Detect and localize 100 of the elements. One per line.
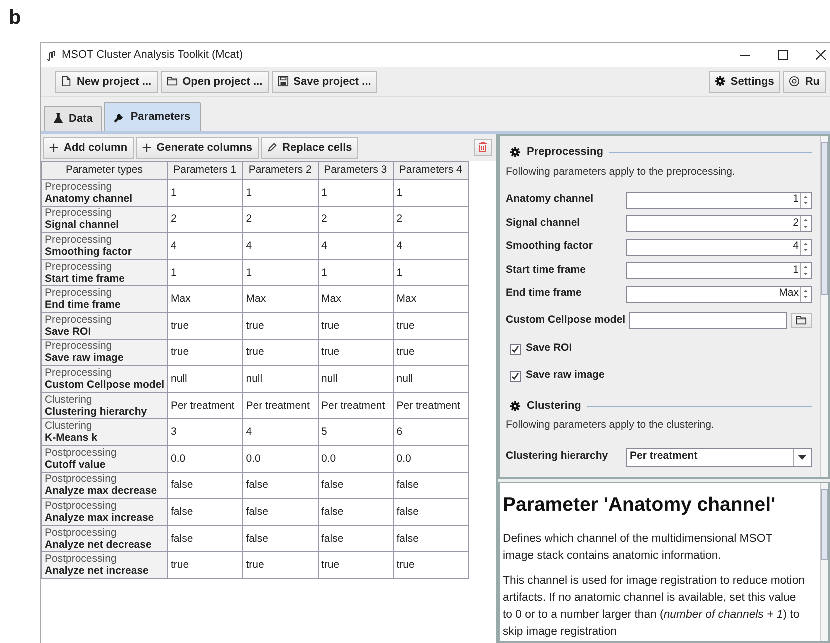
field-label: End time frame [506, 286, 583, 302]
field-label: Anatomy channel [506, 192, 595, 208]
caret-icon [798, 454, 806, 460]
spinner-field[interactable]: 1 [626, 192, 812, 208]
section-description: Following parameters apply to the preprocessing. [506, 164, 736, 180]
table-cell: false [168, 525, 243, 552]
dropdown[interactable]: Per treatment [626, 448, 812, 466]
maximize-icon[interactable] [778, 50, 788, 60]
table-cell: true [393, 339, 468, 366]
spinner-field[interactable]: Max [626, 286, 812, 302]
browse-button[interactable] [791, 313, 812, 328]
table-cell: false [393, 525, 468, 552]
table-cell: 4 [393, 232, 468, 260]
table-cell: 1 [318, 180, 394, 206]
help-paragraph: Defines which channel of the multidimensional MSOT image stack contains anatomic information. [503, 532, 774, 564]
folder-icon [796, 315, 807, 326]
table-cell: 1 [242, 180, 318, 206]
table-cell: 0.0 [168, 445, 243, 472]
column-header[interactable]: Parameters 2 [242, 162, 318, 180]
delete-button[interactable] [474, 139, 492, 156]
plus-icon [49, 142, 59, 152]
field-label: Clustering hierarchy [506, 449, 610, 464]
table-cell: false [242, 472, 318, 499]
table-cell: 4 [242, 232, 318, 260]
spinner-field[interactable]: 2 [626, 215, 812, 232]
table-cell: Max [242, 286, 318, 312]
table-cell: Max [393, 286, 468, 312]
table-cell: true [393, 552, 468, 578]
close-icon[interactable] [816, 50, 826, 60]
table-cell: 5 [318, 418, 394, 446]
table-cell-text: Preprocessing [45, 180, 114, 193]
scrollbar[interactable] [820, 483, 828, 641]
flask-icon [53, 113, 64, 124]
app-logo-icon [47, 50, 58, 60]
column-header[interactable]: Parameters 4 [393, 162, 468, 180]
table-cell: Custom Cellpose model [45, 378, 164, 391]
column-header[interactable]: Parameter types [42, 162, 168, 180]
table-cell: true [318, 339, 394, 366]
table-cell-text: Smoothing factor [45, 246, 133, 258]
table-cell-text: Cutoff value [45, 458, 107, 471]
field-label: Signal channel [506, 216, 582, 231]
table-cell-text: Preprocessing [45, 207, 114, 220]
column-header[interactable]: Parameters 1 [168, 162, 243, 180]
table-cell: true [168, 339, 243, 366]
table-cell: false [393, 472, 468, 499]
toolbar-button[interactable]: Ru [783, 70, 826, 92]
table-cell: true [242, 552, 318, 578]
table-cell: Max [168, 286, 243, 312]
table-cell-text: Postprocessing [45, 526, 118, 539]
field-label: Custom Cellpose model [506, 312, 626, 328]
table-cell-text: Save raw image [45, 352, 125, 364]
checkbox[interactable] [510, 370, 521, 382]
table-cell: null [168, 366, 243, 392]
table-cell: 0.0 [318, 445, 394, 472]
checkbox[interactable] [510, 344, 521, 355]
table-cell: true [393, 312, 468, 340]
table-cell: true [318, 552, 394, 578]
plus-icon [142, 142, 152, 152]
table-cell: true [318, 312, 394, 340]
spinner-field[interactable]: 1 [626, 262, 812, 279]
table-cell: 4 [242, 418, 318, 446]
table-cell-text: Postprocessing [45, 473, 118, 486]
field-label: Start time frame [506, 262, 587, 278]
table-toolbar-button[interactable]: Add column [43, 136, 134, 158]
tab[interactable]: Parameters [104, 102, 201, 131]
tab[interactable]: Data [44, 106, 102, 131]
section-description: Following parameters apply to the clustering. [506, 418, 716, 434]
help-paragraph: This channel is used for image registration to reduce motion artifacts. If no anatomic channel is available, set this value to 0 or to a number larger than (number of channels + 1) to skip image registration [503, 574, 806, 640]
spinner-field[interactable]: 4 [626, 238, 812, 256]
table-cell: Per treatment [242, 392, 318, 419]
save-icon [278, 76, 289, 87]
table-cell-text: K-Means k [45, 432, 99, 444]
table-cell: 0.0 [393, 445, 468, 472]
input-field[interactable] [629, 312, 787, 330]
table-cell-text: Postprocessing [45, 446, 118, 459]
table-cell-text: Postprocessing [45, 553, 118, 566]
table-cell-text: Anatomy channel [45, 192, 134, 205]
table-toolbar-button[interactable]: Replace cells [260, 136, 358, 158]
settings-icon [714, 76, 726, 87]
column-header[interactable]: Parameters 3 [318, 162, 394, 180]
table-cell-text: Clustering hierarchy [45, 406, 148, 418]
table-cell: 3 [168, 418, 243, 446]
table-cell: null [318, 366, 394, 392]
table-cell: Max [318, 286, 394, 312]
toolbar-button[interactable]: Settings [708, 70, 780, 92]
table-cell: false [318, 498, 394, 526]
toolbar-button[interactable]: Open project ... [160, 70, 269, 92]
table-cell-text: Preprocessing [45, 234, 114, 246]
table-cell: 2 [242, 206, 318, 233]
toolbar-button[interactable]: New project ... [55, 70, 158, 92]
scrollbar[interactable] [820, 136, 828, 477]
table-cell-text: Start time frame [45, 272, 126, 285]
table-cell: false [242, 498, 318, 526]
run-icon [789, 76, 800, 87]
toolbar-button[interactable]: Save project ... [272, 70, 378, 92]
table-cell: 4 [168, 232, 243, 260]
table-cell: false [242, 525, 318, 552]
table-cell-text: Preprocessing [45, 260, 114, 273]
table-cell: 1 [318, 259, 394, 286]
table-toolbar-button[interactable]: Generate columns [136, 136, 259, 158]
